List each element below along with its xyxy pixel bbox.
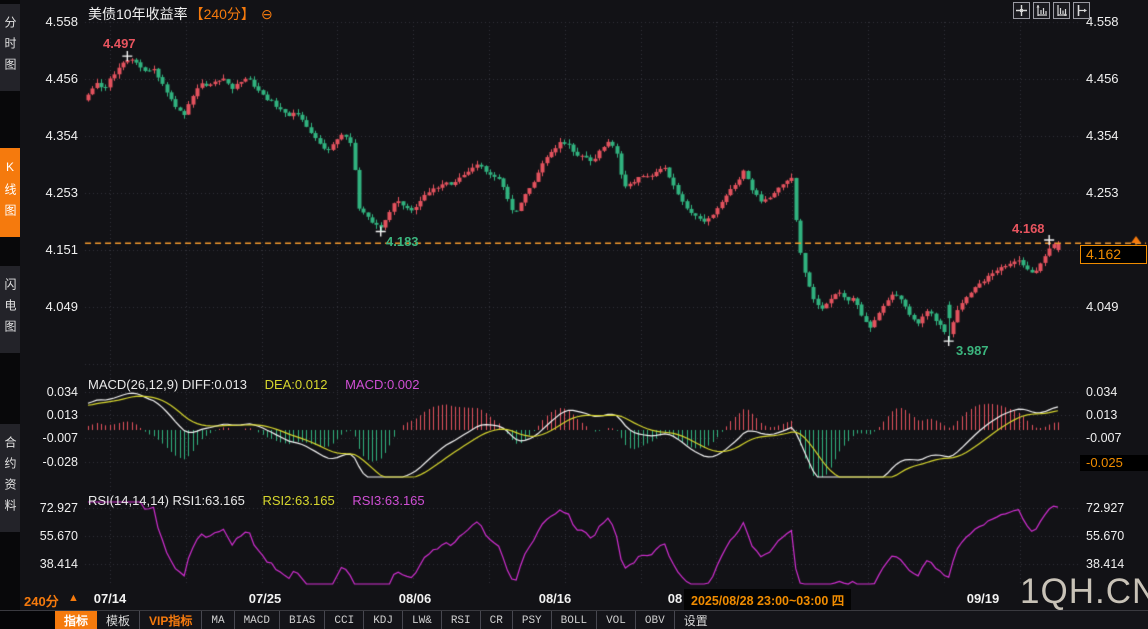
pan-right-icon[interactable] <box>1073 2 1090 19</box>
tab-rsi[interactable]: RSI <box>441 611 480 629</box>
toolbar-spacer <box>0 611 55 629</box>
macd-axis-label: 0.013 <box>1086 408 1142 422</box>
rsi-axis-label: 55.670 <box>22 529 78 543</box>
rsi-legend-rsi1: RSI(14,14,14) RSI1:63.165 <box>88 493 245 508</box>
macd-axis-label: -0.007 <box>1086 431 1142 445</box>
rsi-axis-label: 38.414 <box>1086 557 1142 571</box>
macd-legend: MACD(26,12,9) DIFF:0.013 DEA:0.012 MACD:… <box>88 377 420 392</box>
y-axis-label: 4.049 <box>22 299 78 314</box>
tab-bias[interactable]: BIAS <box>279 611 324 629</box>
x-axis-label: 07/14 <box>94 591 127 606</box>
price-annotation-high: 4.497 <box>103 36 136 51</box>
rsi-legend-rsi3: RSI3:63.165 <box>352 493 424 508</box>
rsi-axis-label: 38.414 <box>22 557 78 571</box>
rsi-legend: RSI(14,14,14) RSI1:63.165 RSI2:63.165 RS… <box>88 493 425 508</box>
sidebar-item-flash-chart[interactable]: 闪电图 <box>0 266 20 353</box>
macd-legend-dea: DEA:0.012 <box>265 377 328 392</box>
axis-zoom-right-icon[interactable] <box>1053 2 1070 19</box>
rsi-legend-rsi2: RSI2:63.165 <box>262 493 334 508</box>
tab-obv[interactable]: OBV <box>635 611 674 629</box>
crosshair-icon[interactable] <box>1013 2 1030 19</box>
x-axis-label: 08/16 <box>539 591 572 606</box>
y-axis-label: 4.558 <box>22 14 78 29</box>
macd-axis-label: 0.013 <box>22 408 78 422</box>
timeframe-label[interactable]: 240分 <box>24 591 59 610</box>
sidebar-item-time-chart[interactable]: 分时图 <box>0 4 20 91</box>
tab-ma[interactable]: MA <box>201 611 233 629</box>
macd-legend-diff: MACD(26,12,9) DIFF:0.013 <box>88 377 247 392</box>
y-axis-label: 4.456 <box>1086 71 1142 86</box>
chart-application: 美债10年收益率【240分】⊖ 4.558 4.456 4.354 4.253 … <box>0 0 1148 629</box>
tab-macd[interactable]: MACD <box>234 611 279 629</box>
y-axis-label: 4.253 <box>1086 185 1142 200</box>
y-axis-label: 4.253 <box>22 185 78 200</box>
price-annotation-low: 4.183 <box>386 234 419 249</box>
tab-template[interactable]: 模板 <box>97 611 139 629</box>
rsi-axis-label: 72.927 <box>22 501 78 515</box>
chart-canvas[interactable] <box>0 0 1148 629</box>
axis-zoom-left-icon[interactable] <box>1033 2 1050 19</box>
y-axis-label: 4.558 <box>1086 14 1142 29</box>
macd-axis-label: -0.007 <box>22 431 78 445</box>
tab-cci[interactable]: CCI <box>324 611 363 629</box>
y-axis-label: 4.049 <box>1086 299 1142 314</box>
x-axis-label: 07/25 <box>249 591 282 606</box>
sidebar-item-kline-chart[interactable]: K线图 <box>0 148 20 237</box>
sidebar: 分时图 K线图 闪电图 合约资料 <box>0 0 20 629</box>
indicator-toolbar: 指标 模板 VIP指标 MA MACD BIAS CCI KDJ LW& RSI… <box>0 610 1148 629</box>
chart-tools <box>1013 2 1090 19</box>
tab-lwr[interactable]: LW& <box>402 611 441 629</box>
watermark: 1QH.CN <box>1020 572 1148 612</box>
rsi-axis-label: 72.927 <box>1086 501 1142 515</box>
tab-indicator[interactable]: 指标 <box>55 611 97 629</box>
x-axis-label: 08/06 <box>399 591 432 606</box>
price-annotation-low: 3.987 <box>956 343 989 358</box>
last-price-box: 4.162 <box>1080 245 1147 264</box>
rsi-axis-label: 55.670 <box>1086 529 1142 543</box>
macd-axis-label: 0.034 <box>1086 385 1142 399</box>
tab-kdj[interactable]: KDJ <box>363 611 402 629</box>
tab-cr[interactable]: CR <box>480 611 512 629</box>
y-axis-label: 4.456 <box>22 71 78 86</box>
timeframe-arrow-icon[interactable]: ▲ <box>68 592 79 604</box>
period-tag: 【240分】 <box>190 6 255 22</box>
tab-vip-indicator[interactable]: VIP指标 <box>139 611 201 629</box>
tab-psy[interactable]: PSY <box>512 611 551 629</box>
sidebar-item-contract-info[interactable]: 合约资料 <box>0 424 20 532</box>
macd-axis-label: -0.028 <box>22 455 78 469</box>
tab-boll[interactable]: BOLL <box>551 611 596 629</box>
y-axis-label: 4.151 <box>22 242 78 257</box>
macd-value-box: -0.025 <box>1080 455 1148 471</box>
macd-axis-label: 0.034 <box>22 385 78 399</box>
y-axis-label: 4.354 <box>1086 128 1142 143</box>
collapse-icon[interactable]: ⊖ <box>261 6 273 22</box>
crosshair-date-tooltip: 2025/08/28 23:00~03:00 四 <box>684 589 851 611</box>
y-axis-label: 4.354 <box>22 128 78 143</box>
x-axis-label: 09/19 <box>967 591 1000 606</box>
price-annotation-high: 4.168 <box>1012 221 1045 236</box>
tab-vol[interactable]: VOL <box>596 611 635 629</box>
tab-settings[interactable]: 设置 <box>674 611 717 629</box>
chart-title: 美债10年收益率【240分】 ⊖ <box>88 4 273 24</box>
macd-legend-macd: MACD:0.002 <box>345 377 419 392</box>
instrument-name: 美债10年收益率 <box>88 6 188 22</box>
x-axis-label: 08 <box>668 591 682 606</box>
